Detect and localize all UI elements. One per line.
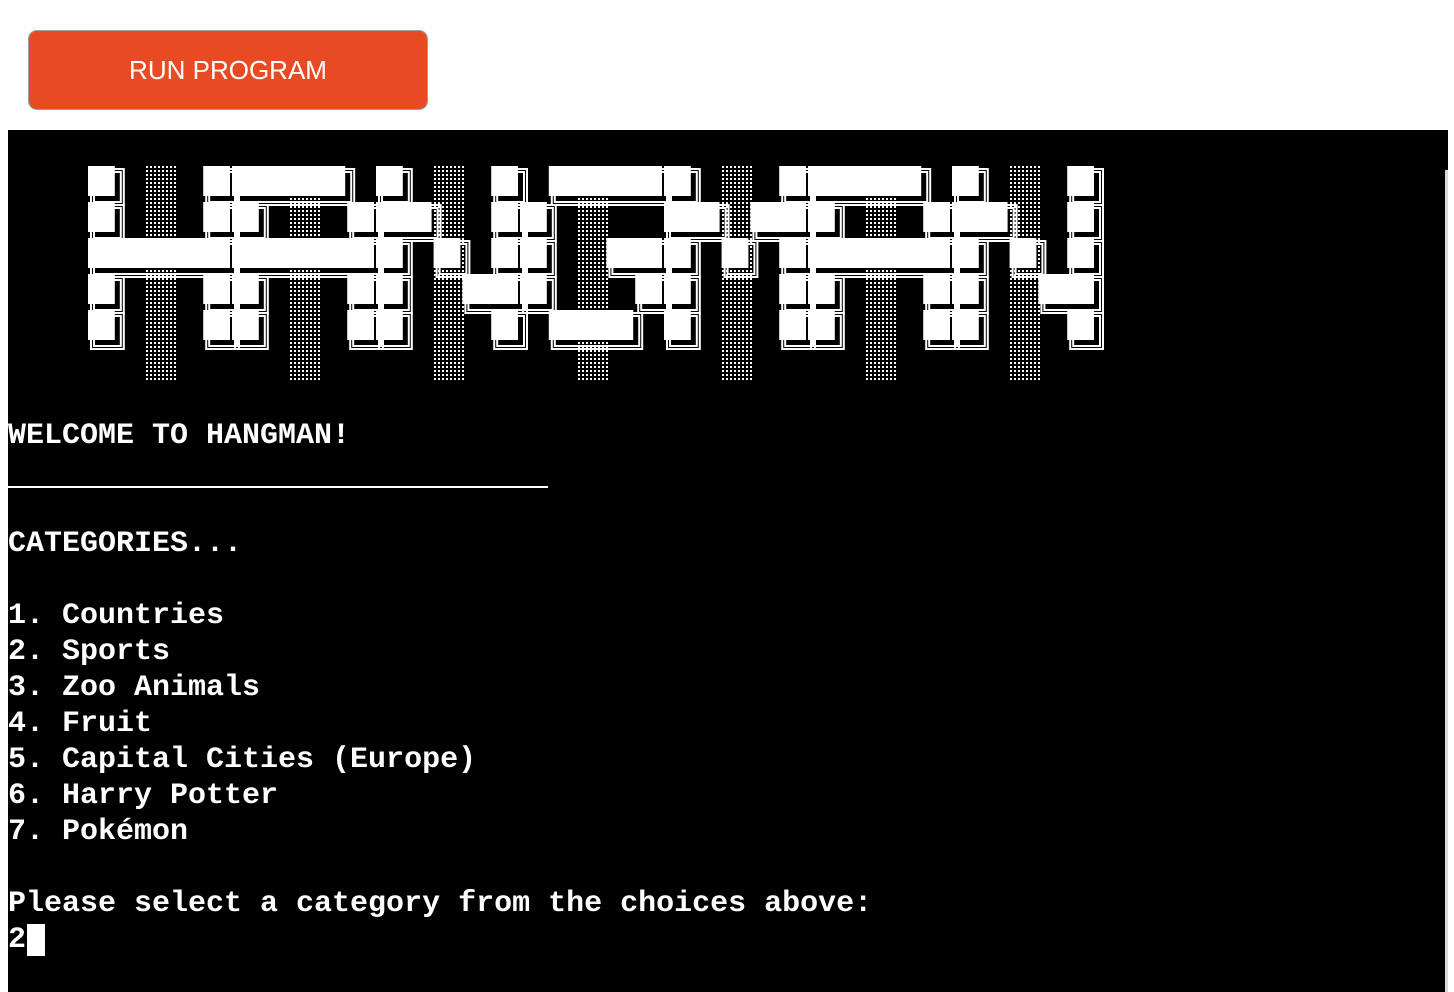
banner-block — [491, 238, 518, 268]
banner-block — [203, 310, 230, 340]
banner-block — [952, 274, 979, 304]
category-item: 3. Zoo Animals — [8, 671, 261, 705]
category-item: 1. Countries — [8, 599, 225, 633]
banner-block — [88, 166, 115, 196]
banner-block — [1038, 274, 1094, 304]
banner-block — [1067, 166, 1094, 196]
banner-block — [952, 238, 979, 268]
banner-block — [376, 202, 432, 232]
banner-block — [808, 310, 835, 340]
banner-block — [491, 310, 518, 340]
banner-block — [635, 274, 662, 304]
banner-block — [779, 274, 806, 304]
hangman-ascii-banner — [88, 166, 1105, 380]
banner-block — [232, 238, 374, 268]
banner-block — [232, 166, 346, 196]
banner-block — [664, 274, 691, 304]
banner-block — [548, 166, 662, 196]
banner-block — [664, 166, 691, 196]
banner-block — [520, 202, 547, 232]
banner-block — [347, 202, 374, 232]
terminal[interactable]: WELCOME TO HANGMAN! CATEGORIES... 1. Cou… — [8, 130, 1448, 992]
banner-block — [952, 310, 979, 340]
banner-block — [779, 238, 806, 268]
banner-block — [779, 310, 806, 340]
banner-block — [923, 274, 950, 304]
banner-block — [952, 202, 1008, 232]
banner-block — [779, 166, 806, 196]
text-cursor — [27, 924, 46, 956]
banner-block — [88, 202, 115, 232]
banner-block — [1009, 238, 1037, 268]
banner-block — [923, 310, 950, 340]
banner-block — [462, 274, 518, 304]
banner-block — [203, 274, 230, 304]
banner-block — [664, 238, 691, 268]
banner-block — [376, 274, 403, 304]
input-value[interactable]: 2 — [8, 922, 26, 958]
banner-block — [808, 274, 835, 304]
banner-block — [606, 238, 662, 268]
banner-block — [548, 310, 634, 340]
welcome-message: WELCOME TO HANGMAN! — [8, 419, 351, 453]
banner-block — [376, 310, 403, 340]
banner-block — [664, 310, 691, 340]
banner-block — [721, 238, 749, 268]
banner-block — [88, 238, 230, 268]
banner-block — [1067, 310, 1094, 340]
banner-block — [664, 202, 720, 232]
category-item: 4. Fruit — [8, 707, 153, 741]
banner-block — [232, 202, 259, 232]
banner-block — [88, 310, 115, 340]
banner-block — [808, 166, 922, 196]
banner-block — [576, 166, 608, 380]
category-item: 6. Harry Potter — [8, 779, 279, 813]
banner-block — [1067, 202, 1094, 232]
terminal-scrollbar[interactable] — [1445, 170, 1448, 992]
banner-block — [376, 166, 403, 196]
banner-block — [1067, 238, 1094, 268]
category-item: 5. Capital Cities (Europe) — [8, 743, 477, 777]
banner-block — [347, 310, 374, 340]
banner-block — [203, 166, 230, 196]
banner-block — [88, 274, 115, 304]
run-program-button[interactable]: RUN PROGRAM — [28, 30, 428, 110]
banner-block — [923, 202, 950, 232]
banner-block — [491, 202, 518, 232]
category-prompt: Please select a category from the choice… — [8, 887, 873, 921]
banner-block — [808, 238, 950, 268]
terminal-input-line[interactable]: 2 — [8, 922, 46, 958]
banner-block — [520, 238, 547, 268]
divider-rule — [8, 486, 548, 488]
banner-block — [952, 166, 979, 196]
banner-block — [347, 274, 374, 304]
categories-heading: CATEGORIES... — [8, 527, 243, 561]
banner-block — [520, 274, 547, 304]
banner-block — [203, 202, 230, 232]
banner-block — [232, 310, 259, 340]
banner-block — [376, 238, 403, 268]
banner-block — [433, 238, 461, 268]
category-item: 2. Sports — [8, 635, 171, 669]
banner-block — [491, 166, 518, 196]
category-item: 7. Pokémon — [8, 815, 189, 849]
banner-block — [750, 202, 806, 232]
banner-block — [808, 202, 835, 232]
banner-block — [232, 274, 259, 304]
